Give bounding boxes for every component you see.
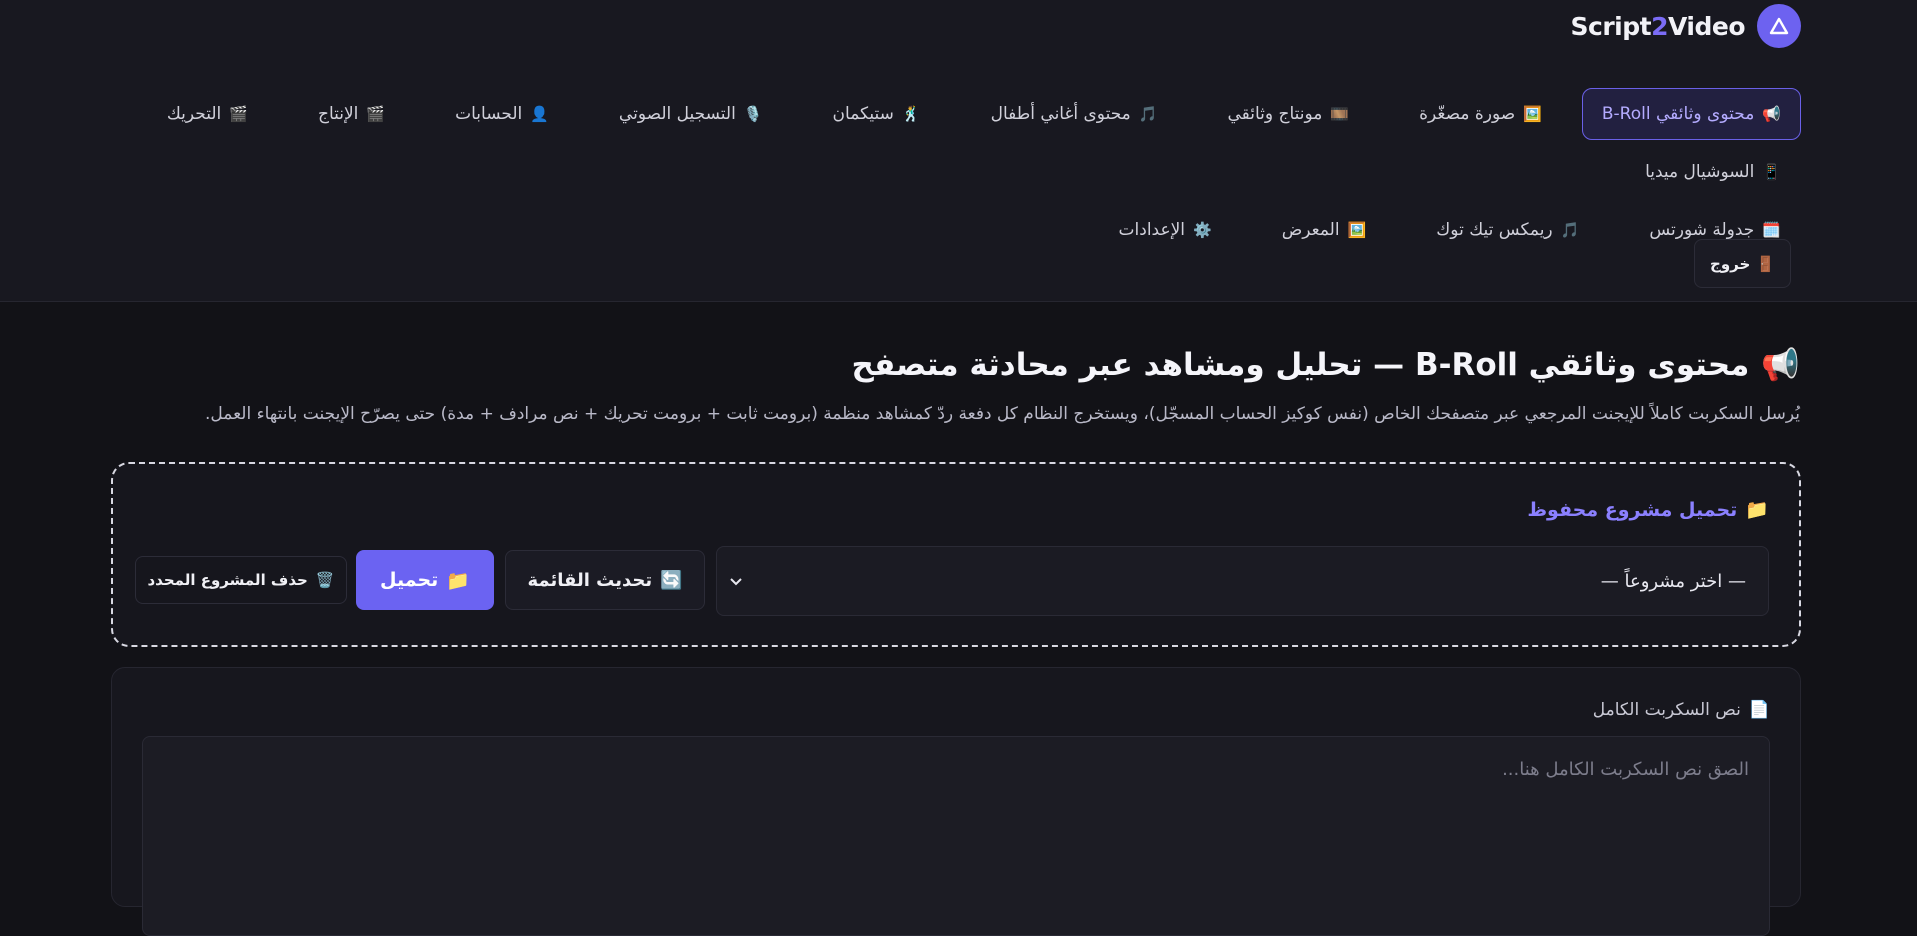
- nav-icon: 👤: [530, 105, 549, 123]
- page-title: 📢 محتوى وثائقي B-Roll — تحليل ومشاهد عبر…: [851, 346, 1800, 384]
- logout-button[interactable]: 🚪 خروج: [1694, 239, 1791, 288]
- triangle-logo-icon: [1757, 4, 1801, 48]
- chevron-down-icon: [729, 571, 743, 592]
- nav-icon: 🎵: [1560, 221, 1580, 239]
- delete-project-button[interactable]: 🗑️ حذف المشروع المحدد: [135, 556, 347, 604]
- nav-icon: 🎬: [366, 105, 386, 123]
- page-description: يُرسل السكربت كاملاً للإيجنت المرجعي عبر…: [205, 404, 1800, 424]
- logout-label: خروج: [1710, 254, 1751, 273]
- nav-item[interactable]: 🎞️ مونتاج وثائقي: [1207, 88, 1369, 140]
- main-nav: 📢 محتوى وثائقي B-Roll 🖼️ صورة مصغّرة 🎞️ مونتا…: [101, 88, 1801, 262]
- nav-item[interactable]: 🖼️ صورة مصغّرة: [1399, 88, 1562, 140]
- nav-item[interactable]: 👤 الحسابات: [435, 88, 569, 140]
- folder-icon: 📁: [446, 569, 470, 592]
- project-select-value: — اختر مشروعاً —: [1600, 570, 1746, 592]
- nav-item[interactable]: 🎵 ريمكس تيك توك: [1416, 204, 1599, 256]
- nav-item[interactable]: 🕺 ستيكمان: [813, 88, 941, 140]
- nav-icon: 🎬: [229, 105, 248, 123]
- script-panel: 📄 نص السكربت الكامل الصق نص السكربت الكا…: [111, 667, 1801, 936]
- load-project-panel: 📁 تحميل مشروع محفوظ — اختر مشروعاً — 🔄 ت…: [111, 462, 1801, 647]
- nav-item[interactable]: 🎬 الإنتاج: [298, 88, 405, 140]
- nav-label: الإعدادات: [1118, 220, 1186, 240]
- nav-icon: 🎙️: [743, 105, 763, 123]
- megaphone-icon: 📢: [1761, 347, 1800, 383]
- top-navigation-bar: Script2Video 📢 محتوى وثائقي B-Roll 🖼️ صورة …: [0, 0, 1917, 302]
- nav-label: ريمكس تيك توك: [1436, 220, 1553, 240]
- door-icon: 🚪: [1756, 254, 1775, 273]
- nav-item[interactable]: ⚙️ الإعدادات: [1099, 204, 1232, 256]
- nav-label: محتوى أغاني أطفال: [990, 104, 1131, 124]
- folder-icon: 📁: [1745, 499, 1769, 521]
- trash-icon: 🗑️: [315, 571, 335, 589]
- nav-icon: 🎞️: [1330, 105, 1350, 123]
- project-select[interactable]: — اختر مشروعاً —: [716, 546, 1769, 616]
- script-label: 📄 نص السكربت الكامل: [1592, 700, 1770, 720]
- nav-icon: ⚙️: [1193, 221, 1212, 239]
- nav-item[interactable]: 🎵 محتوى أغاني أطفال: [971, 88, 1178, 140]
- load-button[interactable]: 📁 تحميل: [356, 550, 494, 610]
- nav-label: صورة مصغّرة: [1419, 104, 1516, 124]
- nav-item[interactable]: 🎙️ التسجيل الصوتي: [599, 88, 783, 140]
- nav-item[interactable]: 📢 محتوى وثائقي B-Roll: [1581, 88, 1801, 140]
- nav-label: الإنتاج: [317, 104, 359, 124]
- load-project-title: 📁 تحميل مشروع محفوظ: [1527, 498, 1769, 522]
- nav-icon: 🕺: [901, 105, 921, 123]
- nav-label: ستيكمان: [832, 104, 894, 124]
- nav-label: السوشيال ميديا: [1645, 162, 1755, 182]
- nav-icon: 🎵: [1138, 105, 1158, 123]
- document-icon: 📄: [1748, 700, 1770, 720]
- refresh-list-button[interactable]: 🔄 تحديث القائمة: [505, 550, 705, 610]
- nav-item[interactable]: 🖼️ المعرض: [1262, 204, 1387, 256]
- nav-label: جدولة شورتس: [1649, 220, 1755, 240]
- nav-icon: 🗓️: [1762, 221, 1781, 239]
- nav-icon: 🖼️: [1347, 221, 1367, 239]
- nav-icon: 📢: [1762, 105, 1781, 123]
- nav-item[interactable]: 🎬 التحريك: [147, 88, 268, 140]
- nav-icon: 📱: [1762, 163, 1781, 181]
- nav-label: محتوى وثائقي B-Roll: [1601, 104, 1755, 124]
- brand-name: Script2Video: [1570, 11, 1746, 41]
- page-title-text: محتوى وثائقي B-Roll — تحليل ومشاهد عبر م…: [851, 346, 1750, 383]
- refresh-icon: 🔄: [660, 569, 683, 591]
- nav-label: المعرض: [1281, 220, 1340, 240]
- nav-item[interactable]: 📱 السوشيال ميديا: [1625, 146, 1801, 198]
- script-textarea[interactable]: الصق نص السكربت الكامل هنا...: [142, 736, 1770, 936]
- nav-icon: 🖼️: [1523, 105, 1542, 123]
- brand[interactable]: Script2Video: [1570, 2, 1801, 50]
- nav-label: التسجيل الصوتي: [618, 104, 736, 124]
- nav-label: مونتاج وثائقي: [1227, 104, 1323, 124]
- script-placeholder: الصق نص السكربت الكامل هنا...: [1502, 759, 1749, 780]
- nav-label: الحسابات: [455, 104, 523, 124]
- nav-label: التحريك: [166, 104, 222, 124]
